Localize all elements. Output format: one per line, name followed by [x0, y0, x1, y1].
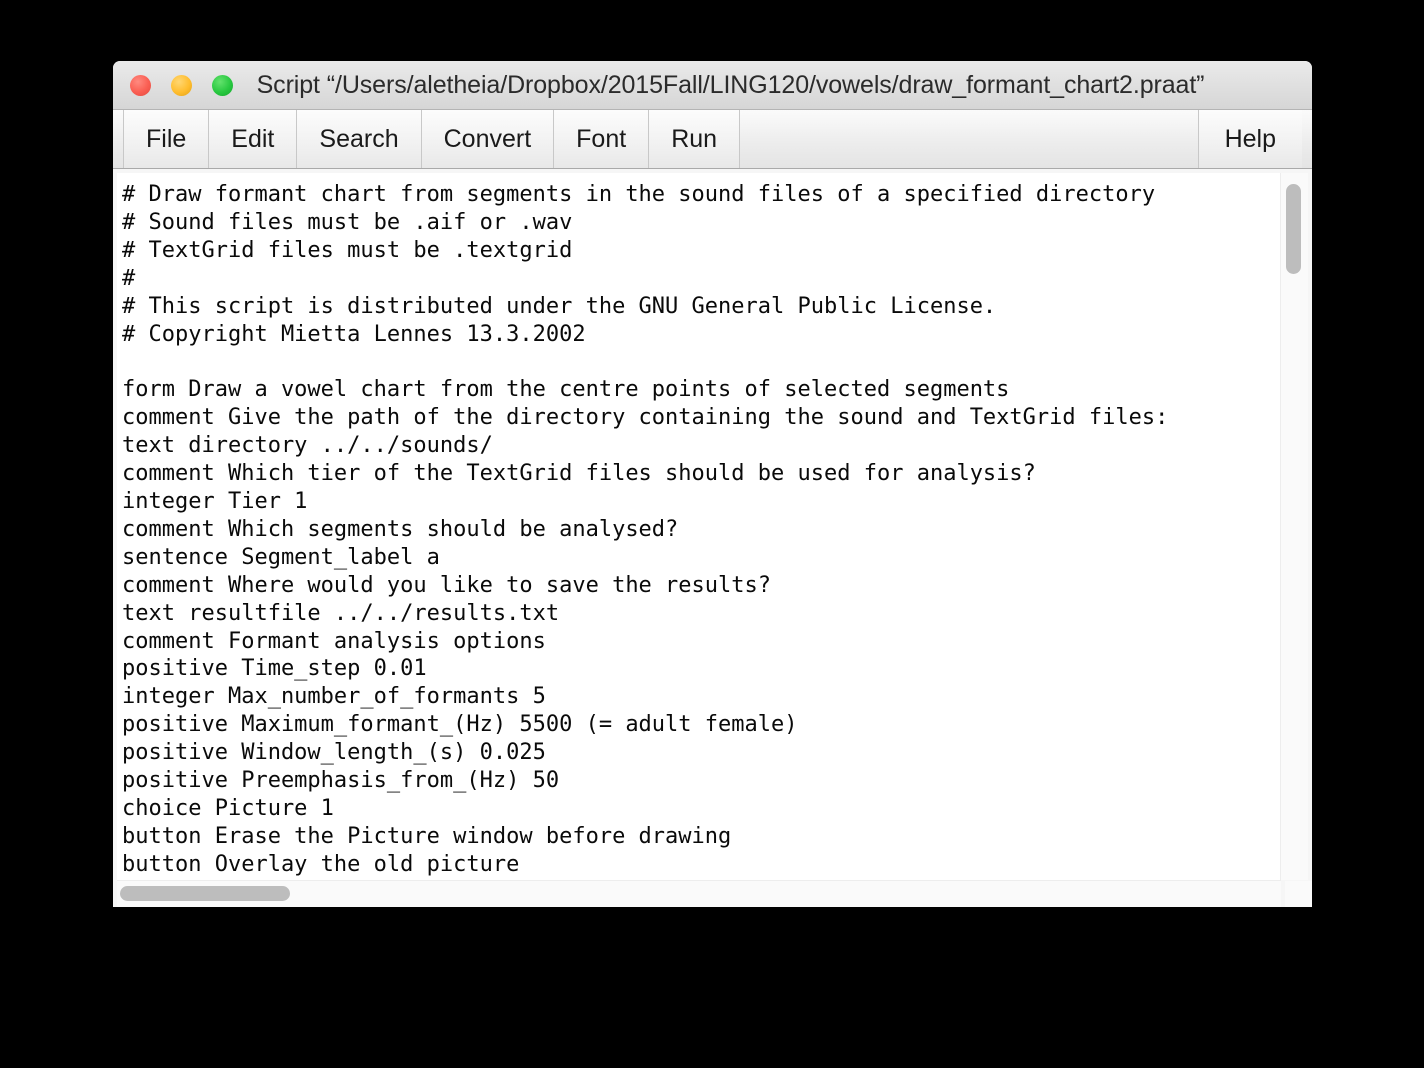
zoom-button[interactable] [212, 74, 233, 96]
horizontal-scrollbar-thumb[interactable] [120, 886, 290, 901]
menu-item-font[interactable]: Font [554, 110, 650, 168]
horizontal-scrollbar[interactable] [117, 880, 1281, 907]
close-button[interactable] [130, 74, 151, 96]
window-controls [130, 61, 233, 109]
menu-item-run[interactable]: Run [649, 110, 741, 168]
menu-item-help[interactable]: Help [1197, 110, 1302, 168]
script-source-text[interactable]: # Draw formant chart from segments in th… [117, 173, 1279, 879]
editor-row: # Draw formant chart from segments in th… [117, 173, 1308, 880]
menu-item-file[interactable]: File [123, 110, 210, 168]
scrollbar-corner [1285, 881, 1312, 907]
window-title: Script “/Users/aletheia/Dropbox/2015Fall… [256, 70, 1205, 99]
window-titlebar[interactable]: Script “/Users/aletheia/Dropbox/2015Fall… [113, 61, 1312, 110]
minimize-button[interactable] [171, 74, 192, 96]
script-editor-window: Script “/Users/aletheia/Dropbox/2015Fall… [113, 61, 1312, 907]
desktop-background: Script “/Users/aletheia/Dropbox/2015Fall… [0, 0, 1424, 1068]
menu-item-edit[interactable]: Edit [209, 110, 298, 168]
editor-container: # Draw formant chart from segments in th… [113, 169, 1312, 907]
script-text-area[interactable]: # Draw formant chart from segments in th… [117, 173, 1280, 880]
menu-item-search[interactable]: Search [297, 110, 422, 168]
vertical-scrollbar-thumb[interactable] [1286, 184, 1301, 274]
menu-item-convert[interactable]: Convert [421, 110, 555, 168]
menubar-spacer [740, 110, 1198, 168]
menubar: File Edit Search Convert Font Run Help [113, 110, 1312, 169]
vertical-scrollbar[interactable] [1280, 173, 1308, 880]
